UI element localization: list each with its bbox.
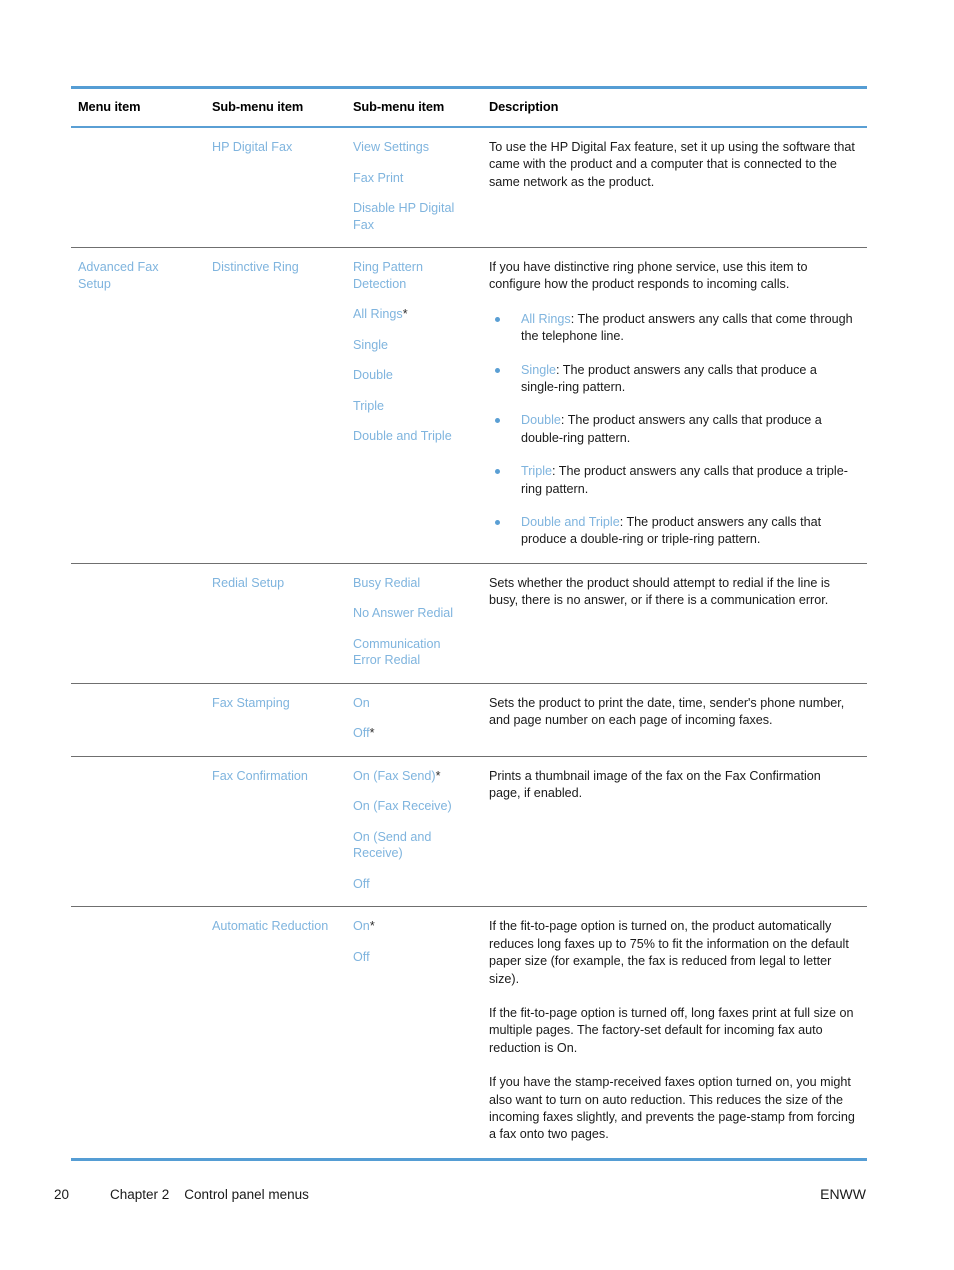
- footer-chapter: Chapter 2: [110, 1187, 170, 1202]
- option-item: Disable HP Digital Fax: [353, 201, 455, 232]
- cell-description: If the fit-to-page option is turned on, …: [482, 906, 867, 1161]
- default-option-asterisk: *: [435, 768, 441, 783]
- cell-sub-menu-1: Fax Stamping: [205, 683, 346, 757]
- table-row: Automatic Reduction On* Off If the fit-t…: [71, 906, 867, 1161]
- bullet-dot-icon: [495, 316, 500, 322]
- table-row: Redial Setup Busy Redial No Answer Redia…: [71, 563, 867, 684]
- option-item: Single: [353, 337, 389, 352]
- header-menu-item: Menu item: [71, 89, 205, 128]
- cell-sub-menu-1: Fax Confirmation: [205, 756, 346, 908]
- cell-sub-menu-2: Busy Redial No Answer Redial Communicati…: [346, 563, 482, 684]
- option-item: On (Fax Receive): [353, 799, 452, 814]
- description-bullet-list: All Rings: The product answers any calls…: [489, 311, 855, 549]
- footer-page-number: 20: [54, 1187, 70, 1202]
- list-item: Double: The product answers any calls th…: [489, 412, 855, 447]
- cell-sub-menu-2: On Off*: [346, 683, 482, 757]
- list-item: All Rings: The product answers any calls…: [489, 311, 855, 346]
- cell-description: Sets whether the product should attempt …: [482, 563, 867, 684]
- cell-description: If you have distinctive ring phone servi…: [482, 247, 867, 564]
- bullet-dot-icon: [495, 520, 500, 526]
- option-item: Communication Error Redial: [353, 636, 441, 668]
- description-paragraph: Sets the product to print the date, time…: [489, 695, 845, 728]
- bullet-term: Double and Triple: [521, 515, 620, 530]
- bullet-text: : The product answers any calls that com…: [521, 311, 853, 344]
- cell-sub-menu-2: View Settings Fax Print Disable HP Digit…: [346, 127, 482, 248]
- control-panel-menu-table: Menu item Sub-menu item Sub-menu item De…: [71, 86, 867, 1161]
- option-item: Busy Redial: [353, 575, 421, 590]
- cell-sub-menu-1: Automatic Reduction: [205, 906, 346, 1161]
- cell-menu-item: Advanced Fax Setup: [71, 247, 205, 564]
- description-paragraph: If the fit-to-page option is turned on, …: [489, 919, 849, 986]
- header-description: Description: [482, 89, 867, 128]
- list-item: Single: The product answers any calls th…: [489, 362, 855, 397]
- option-item: On: [353, 695, 370, 710]
- option-item: On*: [353, 919, 375, 934]
- option-item: All Rings*: [353, 307, 408, 321]
- table-row: Fax Stamping On Off* Sets the product to…: [71, 683, 867, 757]
- cell-menu-item: [71, 683, 205, 757]
- option-item: On (Send and Receive): [353, 829, 432, 861]
- footer-section-title: Control panel menus: [184, 1187, 309, 1202]
- cell-menu-item: [71, 756, 205, 908]
- bullet-term: Double: [521, 413, 561, 428]
- default-option-asterisk: *: [369, 726, 375, 741]
- option-item: Fax Print: [353, 170, 404, 185]
- option-item: Off: [353, 876, 370, 891]
- cell-sub-menu-2: On* Off: [346, 906, 482, 1161]
- cell-description: Prints a thumbnail image of the fax on t…: [482, 756, 867, 908]
- table-row: Fax Confirmation On (Fax Send)* On (Fax …: [71, 756, 867, 908]
- bullet-text: : The product answers any calls that pro…: [521, 413, 822, 445]
- bullet-dot-icon: [495, 469, 500, 475]
- cell-sub-menu-2: Ring Pattern Detection All Rings* Single…: [346, 247, 482, 564]
- option-item: Double and Triple: [353, 429, 452, 443]
- menu-table: Menu item Sub-menu item Sub-menu item De…: [71, 89, 867, 1161]
- bullet-term: Triple: [521, 464, 553, 479]
- bullet-dot-icon: [495, 367, 500, 373]
- bullet-text: : The product answers any calls that pro…: [521, 464, 848, 496]
- option-item: Off*: [353, 726, 375, 741]
- option-item: No Answer Redial: [353, 606, 454, 621]
- option-item: On (Fax Send)*: [353, 768, 441, 783]
- option-item: Ring Pattern Detection: [353, 260, 424, 291]
- description-paragraph: If you have the stamp-received faxes opt…: [489, 1075, 855, 1142]
- description-paragraph: Prints a thumbnail image of the fax on t…: [489, 768, 821, 801]
- list-item: Triple: The product answers any calls th…: [489, 463, 855, 498]
- header-sub-menu-item-1: Sub-menu item: [205, 89, 346, 128]
- description-paragraph: Sets whether the product should attempt …: [489, 575, 830, 608]
- footer-imprint: ENWW: [820, 1186, 866, 1202]
- cell-sub-menu-2: On (Fax Send)* On (Fax Receive) On (Send…: [346, 756, 482, 908]
- default-option-asterisk: *: [402, 307, 408, 321]
- table-header-row: Menu item Sub-menu item Sub-menu item De…: [71, 89, 867, 128]
- option-item: Triple: [353, 398, 385, 413]
- option-item: View Settings: [353, 140, 430, 154]
- description-paragraph: If the fit-to-page option is turned off,…: [489, 1006, 854, 1055]
- cell-menu-item: [71, 127, 205, 248]
- page-footer: 20 Chapter 2 Control panel menus ENWW: [54, 1186, 866, 1202]
- table-row: HP Digital Fax View Settings Fax Print D…: [71, 127, 867, 248]
- bullet-term: Single: [521, 362, 557, 377]
- cell-sub-menu-1: Redial Setup: [205, 563, 346, 684]
- cell-sub-menu-1: Distinctive Ring: [205, 247, 346, 564]
- option-item: Off: [353, 949, 370, 964]
- bullet-term: All Rings: [521, 311, 571, 326]
- description-paragraph: To use the HP Digital Fax feature, set i…: [489, 140, 855, 189]
- bullet-dot-icon: [495, 418, 500, 424]
- list-item: Double and Triple: The product answers a…: [489, 514, 855, 549]
- cell-sub-menu-1: HP Digital Fax: [205, 127, 346, 248]
- bullet-text: : The product answers any calls that pro…: [521, 362, 817, 395]
- cell-description: To use the HP Digital Fax feature, set i…: [482, 127, 867, 248]
- table-row: Advanced Fax Setup Distinctive Ring Ring…: [71, 247, 867, 564]
- default-option-asterisk: *: [369, 919, 375, 934]
- option-item: Double: [353, 368, 393, 382]
- description-paragraph: If you have distinctive ring phone servi…: [489, 260, 808, 292]
- header-sub-menu-item-2: Sub-menu item: [346, 89, 482, 128]
- document-page: Menu item Sub-menu item Sub-menu item De…: [0, 0, 954, 1270]
- cell-menu-item: [71, 906, 205, 1161]
- cell-menu-item: [71, 563, 205, 684]
- cell-description: Sets the product to print the date, time…: [482, 683, 867, 757]
- table-body: HP Digital Fax View Settings Fax Print D…: [71, 127, 867, 1161]
